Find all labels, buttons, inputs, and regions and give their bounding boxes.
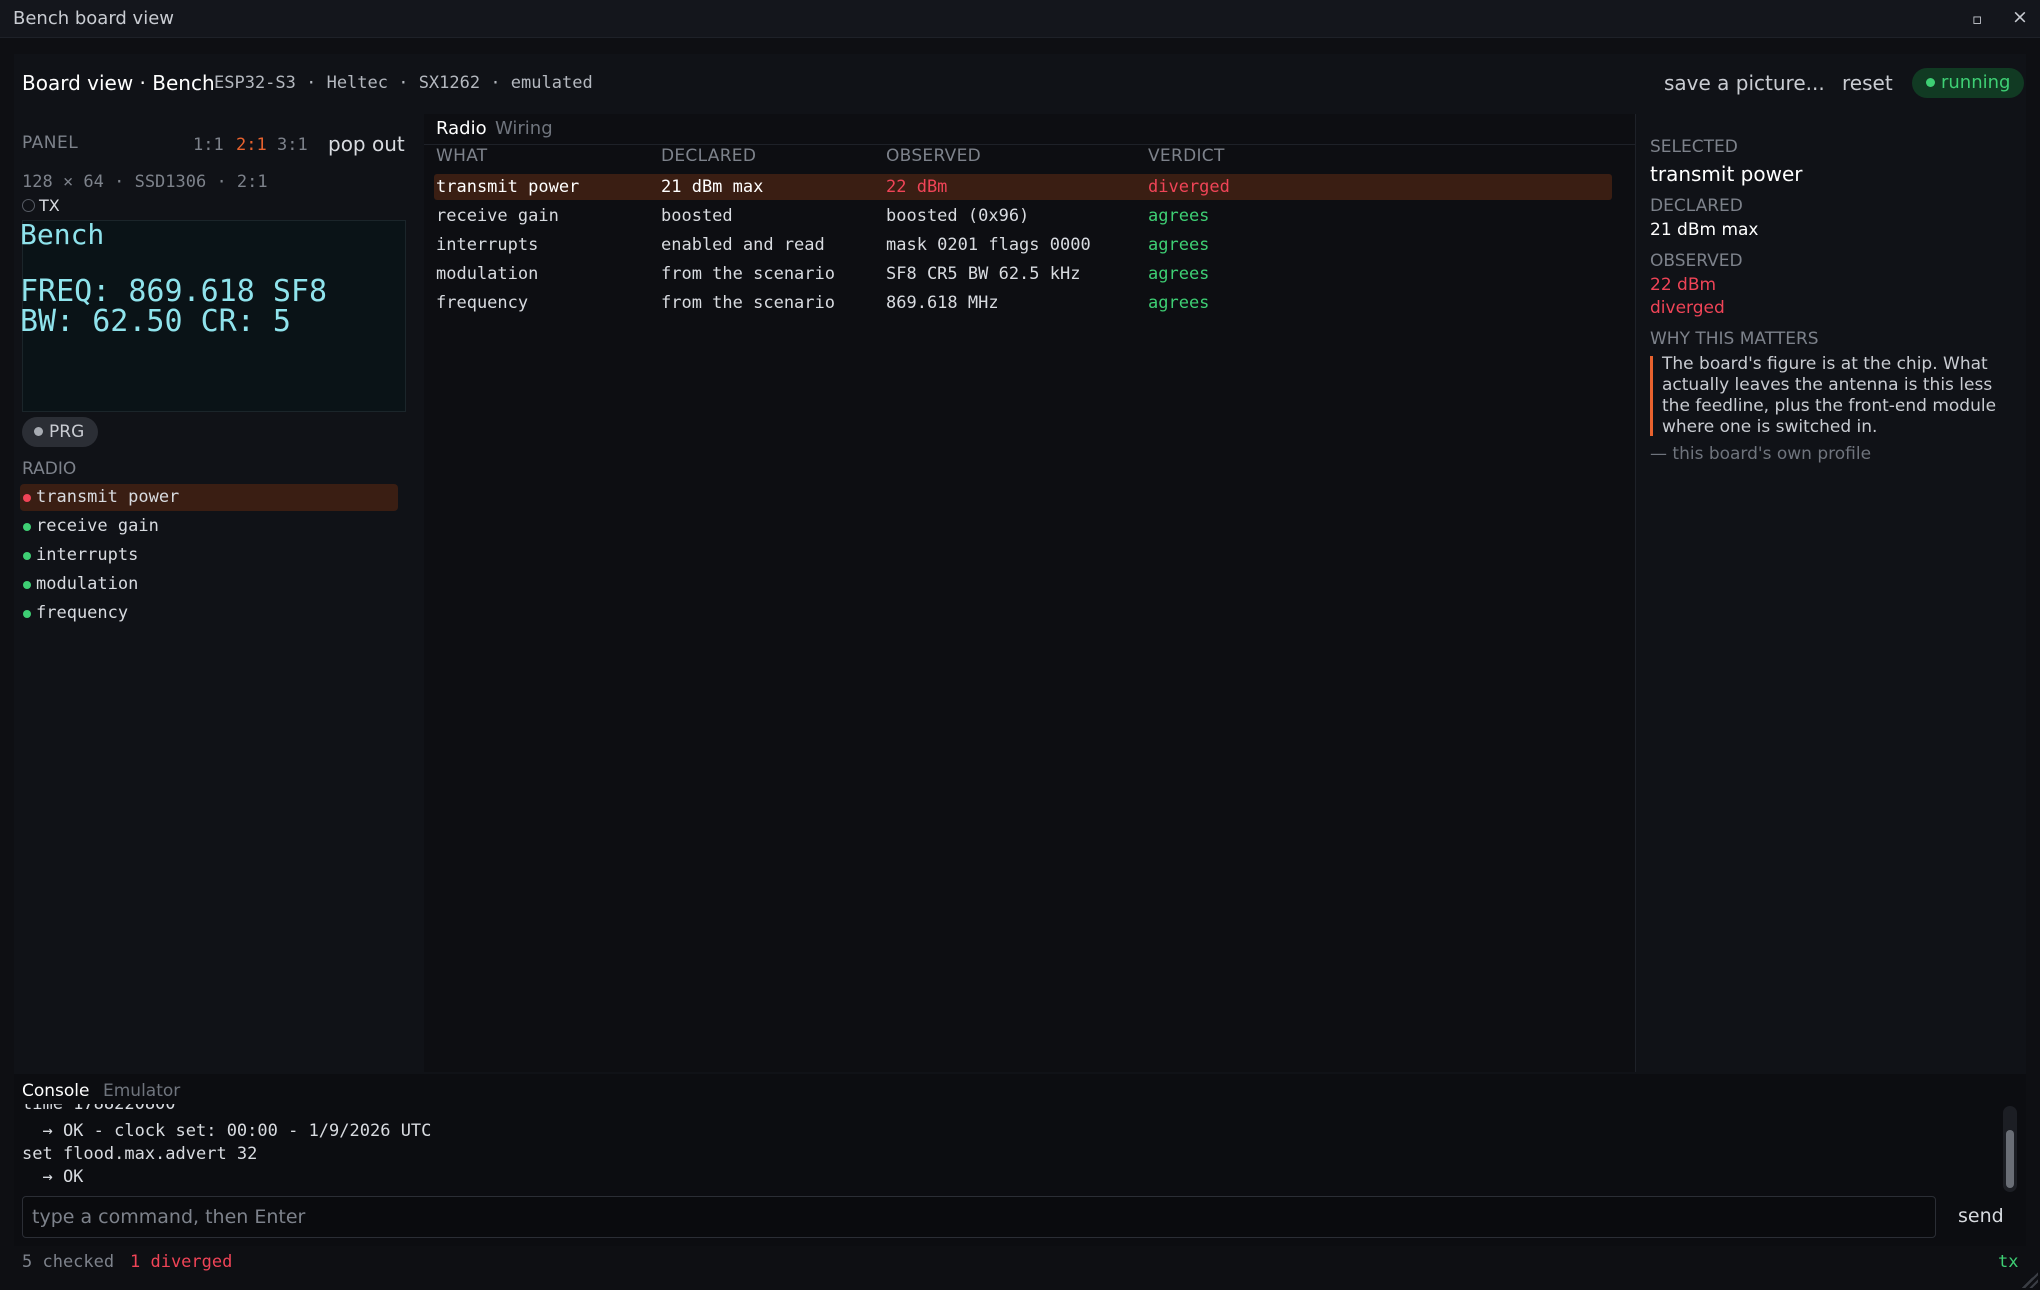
status-label: running bbox=[1941, 72, 2011, 93]
tx-label: TX bbox=[39, 196, 60, 215]
row-observed: mask 0201 flags 0000 bbox=[886, 235, 1091, 255]
sidebar-item-modulation[interactable]: modulation bbox=[20, 571, 398, 598]
radio-section-label: RADIO bbox=[22, 459, 77, 479]
oled-line: Bench bbox=[20, 218, 105, 251]
zoom-2x-button[interactable]: 2:1 bbox=[236, 135, 267, 155]
observed-verdict: diverged bbox=[1650, 298, 1725, 318]
row-observed: 22 dBm bbox=[886, 177, 948, 197]
console-line: set flood.max.advert 32 bbox=[22, 1144, 258, 1164]
table-row[interactable] bbox=[434, 174, 1612, 200]
row-what: frequency bbox=[436, 293, 529, 313]
tab-wiring[interactable]: Wiring bbox=[495, 118, 553, 139]
diverged-dot-icon bbox=[23, 494, 31, 502]
zoom-1x-button[interactable]: 1:1 bbox=[193, 135, 224, 155]
tx-led-icon bbox=[22, 199, 35, 212]
save-picture-button[interactable]: save a picture... bbox=[1664, 71, 1825, 95]
sidebar-item-label: interrupts bbox=[36, 545, 139, 565]
status-dot-icon bbox=[1926, 78, 1935, 87]
table-row[interactable] bbox=[434, 290, 1612, 316]
agrees-dot-icon bbox=[23, 581, 31, 589]
board-meta: ESP32-S3 · Heltec · SX1262 · emulated bbox=[214, 73, 593, 93]
zoom-3x-button[interactable]: 3:1 bbox=[277, 135, 308, 155]
send-button[interactable]: send bbox=[1958, 1205, 2004, 1227]
tab-divider bbox=[424, 144, 1636, 145]
sidebar-item-label: receive gain bbox=[36, 516, 159, 536]
console-line: time 1788220800 bbox=[22, 1104, 176, 1114]
sidebar-item-transmit-power[interactable]: transmit power bbox=[20, 484, 398, 511]
row-observed: SF8 CR5 BW 62.5 kHz bbox=[886, 264, 1081, 284]
observed-value: 22 dBm bbox=[1650, 275, 1717, 295]
agrees-dot-icon bbox=[23, 552, 31, 560]
row-verdict: agrees bbox=[1148, 264, 1210, 284]
sidebar-item-label: transmit power bbox=[36, 487, 180, 507]
why-source: — this board's own profile bbox=[1650, 444, 1872, 464]
column-header-observed: OBSERVED bbox=[886, 146, 982, 166]
prg-button[interactable]: PRG bbox=[22, 417, 99, 447]
page-title: Board view · Bench bbox=[22, 71, 215, 95]
agrees-dot-icon bbox=[23, 610, 31, 618]
reset-button[interactable]: reset bbox=[1842, 71, 1893, 95]
tx-indicator: TX bbox=[22, 196, 60, 215]
sidebar-item-label: modulation bbox=[36, 574, 139, 594]
console-log: time 1788220800 → OK - clock set: 00:00 … bbox=[14, 1104, 1994, 1192]
declared-label: DECLARED bbox=[1650, 196, 1743, 216]
console-line: → OK bbox=[22, 1167, 84, 1187]
row-verdict: agrees bbox=[1148, 293, 1210, 313]
console-scrollbar-thumb[interactable] bbox=[2006, 1130, 2014, 1188]
selected-name: transmit power bbox=[1650, 162, 1803, 186]
restore-icon[interactable]: ▫ bbox=[1972, 10, 1982, 28]
close-icon[interactable]: × bbox=[2012, 6, 2028, 28]
column-header-verdict: VERDICT bbox=[1148, 146, 1225, 166]
why-text: The board's figure is at the chip. What … bbox=[1662, 354, 1997, 437]
observed-label: OBSERVED bbox=[1650, 251, 1743, 271]
sidebar-item-label: frequency bbox=[36, 603, 129, 623]
diverged-count: 1 diverged bbox=[130, 1252, 233, 1272]
sidebar-item-frequency[interactable]: frequency bbox=[20, 600, 398, 627]
selected-label: SELECTED bbox=[1650, 137, 1738, 157]
tx-status: tx bbox=[1998, 1252, 2019, 1272]
declared-value: 21 dBm max bbox=[1650, 220, 1759, 240]
row-observed: boosted (0x96) bbox=[886, 206, 1030, 226]
panel-label: PANEL bbox=[22, 133, 79, 153]
status-bar bbox=[0, 1246, 2040, 1290]
tab-emulator[interactable]: Emulator bbox=[103, 1081, 180, 1101]
row-declared: boosted bbox=[661, 206, 733, 226]
row-observed: 869.618 MHz bbox=[886, 293, 999, 313]
sidebar-item-interrupts[interactable]: interrupts bbox=[20, 542, 398, 569]
detail-divider bbox=[1635, 114, 1636, 1072]
row-what: modulation bbox=[436, 264, 539, 284]
checked-count: 5 checked bbox=[22, 1252, 115, 1272]
agrees-dot-icon bbox=[23, 523, 31, 531]
why-label: WHY THIS MATTERS bbox=[1650, 329, 1819, 349]
row-what: transmit power bbox=[436, 177, 580, 197]
quote-accent-bar bbox=[1650, 356, 1653, 436]
row-verdict: agrees bbox=[1148, 235, 1210, 255]
window-title: Bench board view bbox=[13, 8, 175, 29]
window-titlebar bbox=[0, 0, 2040, 38]
tab-console[interactable]: Console bbox=[22, 1081, 90, 1101]
running-status-badge: running bbox=[1912, 68, 2025, 98]
row-declared: from the scenario bbox=[661, 293, 835, 313]
oled-line: BW: 62.50 CR: 5 bbox=[20, 304, 291, 339]
row-declared: from the scenario bbox=[661, 264, 835, 284]
tab-radio[interactable]: Radio bbox=[436, 118, 487, 139]
row-verdict: diverged bbox=[1148, 177, 1230, 197]
resize-grip-icon[interactable] bbox=[2022, 1272, 2038, 1288]
column-header-what: WHAT bbox=[436, 146, 488, 166]
row-verdict: agrees bbox=[1148, 206, 1210, 226]
row-declared: 21 dBm max bbox=[661, 177, 764, 197]
sidebar-item-receive-gain[interactable]: receive gain bbox=[20, 513, 398, 540]
command-input[interactable] bbox=[22, 1196, 1936, 1238]
pop-out-button[interactable]: pop out bbox=[328, 132, 405, 156]
column-header-declared: DECLARED bbox=[661, 146, 757, 166]
console-line: → OK - clock set: 00:00 - 1/9/2026 UTC bbox=[22, 1121, 432, 1141]
prg-label: PRG bbox=[49, 422, 85, 442]
prg-dot-icon bbox=[34, 427, 43, 436]
row-declared: enabled and read bbox=[661, 235, 825, 255]
display-meta: 128 × 64 · SSD1306 · 2:1 bbox=[22, 172, 268, 192]
row-what: receive gain bbox=[436, 206, 559, 226]
row-what: interrupts bbox=[436, 235, 539, 255]
